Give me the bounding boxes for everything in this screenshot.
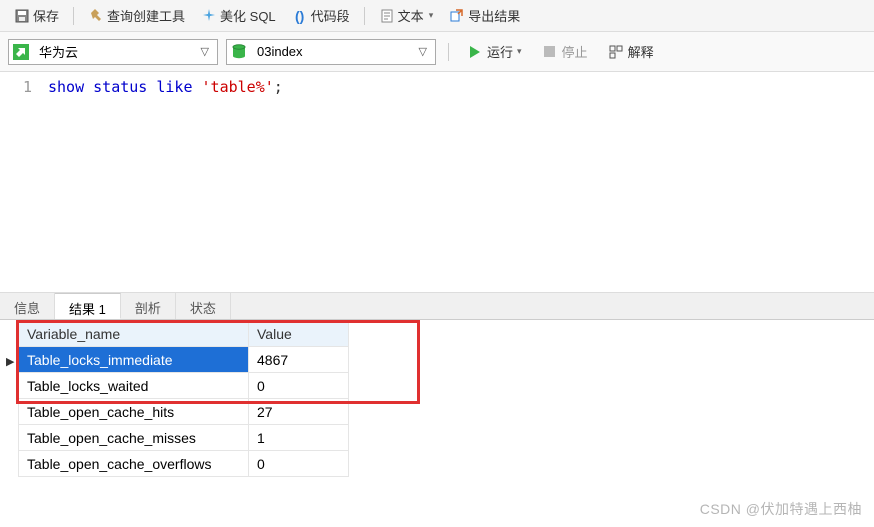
table-row[interactable]: Table_open_cache_hits 27 [19, 399, 349, 425]
run-label: 运行 [487, 42, 513, 61]
cell-variable-name[interactable]: Table_open_cache_hits [19, 399, 249, 425]
line-number: 1 [0, 78, 32, 96]
result-grid[interactable]: Variable_name Value Table_locks_immediat… [18, 320, 349, 477]
save-label: 保存 [33, 6, 59, 25]
hammer-icon [88, 8, 104, 24]
explain-icon [608, 44, 624, 60]
main-toolbar: 保存 查询创建工具 美化 SQL () 代码段 文本 ▾ 导出结果 [0, 0, 874, 32]
parentheses-icon: () [292, 8, 308, 24]
database-dropdown[interactable]: 03index ▽ [226, 39, 436, 65]
export-label: 导出结果 [468, 6, 520, 25]
cell-variable-name[interactable]: Table_open_cache_misses [19, 425, 249, 451]
export-button[interactable]: 导出结果 [443, 4, 526, 27]
token-keyword: like [156, 78, 192, 96]
explain-button[interactable]: 解释 [602, 40, 660, 63]
cell-variable-name[interactable]: Table_open_cache_overflows [19, 451, 249, 477]
table-row[interactable]: Table_locks_waited 0 [19, 373, 349, 399]
table-row[interactable]: Table_locks_immediate 4867 [19, 347, 349, 373]
tab-result-1[interactable]: 结果 1 [55, 293, 121, 319]
code-area[interactable]: show status like 'table%'; [42, 72, 874, 292]
database-icon [231, 44, 247, 60]
cell-variable-name[interactable]: Table_locks_waited [19, 373, 249, 399]
line-gutter: 1 [0, 72, 42, 292]
connection-icon [13, 44, 29, 60]
table-row[interactable]: Table_open_cache_misses 1 [19, 425, 349, 451]
connection-toolbar: 华为云 ▽ 03index ▽ 运行 ▾ 停止 解释 [0, 32, 874, 72]
cell-value[interactable]: 1 [249, 425, 349, 451]
cell-value[interactable]: 0 [249, 451, 349, 477]
text-button[interactable]: 文本 ▾ [373, 4, 440, 27]
play-icon [467, 44, 483, 60]
save-icon [14, 8, 30, 24]
token-punct: ; [274, 78, 283, 96]
table-row[interactable]: Table_open_cache_overflows 0 [19, 451, 349, 477]
document-icon [379, 8, 395, 24]
run-button[interactable]: 运行 ▾ [461, 40, 528, 63]
text-label: 文本 [398, 6, 424, 25]
beautify-label: 美化 SQL [220, 6, 276, 25]
stop-label: 停止 [562, 42, 588, 61]
cell-value[interactable]: 4867 [249, 347, 349, 373]
connection-selected: 华为云 [35, 42, 191, 61]
database-selected: 03index [253, 44, 409, 59]
export-icon [449, 8, 465, 24]
sparkle-icon [201, 8, 217, 24]
chevron-down-icon: ▽ [197, 45, 213, 58]
stop-button: 停止 [536, 40, 594, 63]
query-builder-label: 查询创建工具 [107, 6, 185, 25]
query-builder-button[interactable]: 查询创建工具 [82, 4, 191, 27]
tab-info[interactable]: 信息 [0, 293, 55, 319]
token-keyword: status [93, 78, 147, 96]
result-grid-area: ▶ Variable_name Value Table_locks_immedi… [0, 320, 874, 477]
cell-value[interactable]: 0 [249, 373, 349, 399]
tab-profile[interactable]: 剖析 [121, 293, 176, 319]
explain-label: 解释 [628, 42, 654, 61]
column-header-value[interactable]: Value [249, 321, 349, 347]
chevron-down-icon: ▽ [415, 45, 431, 58]
separator [364, 7, 365, 25]
watermark: CSDN @伏加特遇上西柚 [700, 499, 862, 519]
cell-variable-name[interactable]: Table_locks_immediate [19, 347, 249, 373]
current-row-indicator: ▶ [6, 355, 14, 368]
separator [73, 7, 74, 25]
token-keyword: show [48, 78, 84, 96]
column-header-name[interactable]: Variable_name [19, 321, 249, 347]
sql-editor[interactable]: 1 show status like 'table%'; [0, 72, 874, 292]
chevron-down-icon: ▾ [429, 10, 434, 21]
tab-status[interactable]: 状态 [176, 293, 231, 319]
connection-dropdown[interactable]: 华为云 ▽ [8, 39, 218, 65]
separator [448, 43, 449, 61]
save-button[interactable]: 保存 [8, 4, 65, 27]
cell-value[interactable]: 27 [249, 399, 349, 425]
result-tabs: 信息 结果 1 剖析 状态 [0, 292, 874, 320]
chevron-down-icon: ▾ [517, 46, 522, 57]
token-string: 'table%' [202, 78, 274, 96]
snippets-button[interactable]: () 代码段 [286, 4, 356, 27]
grid-header-row: Variable_name Value [19, 321, 349, 347]
beautify-sql-button[interactable]: 美化 SQL [195, 4, 282, 27]
stop-icon [542, 44, 558, 60]
snippets-label: 代码段 [311, 6, 350, 25]
